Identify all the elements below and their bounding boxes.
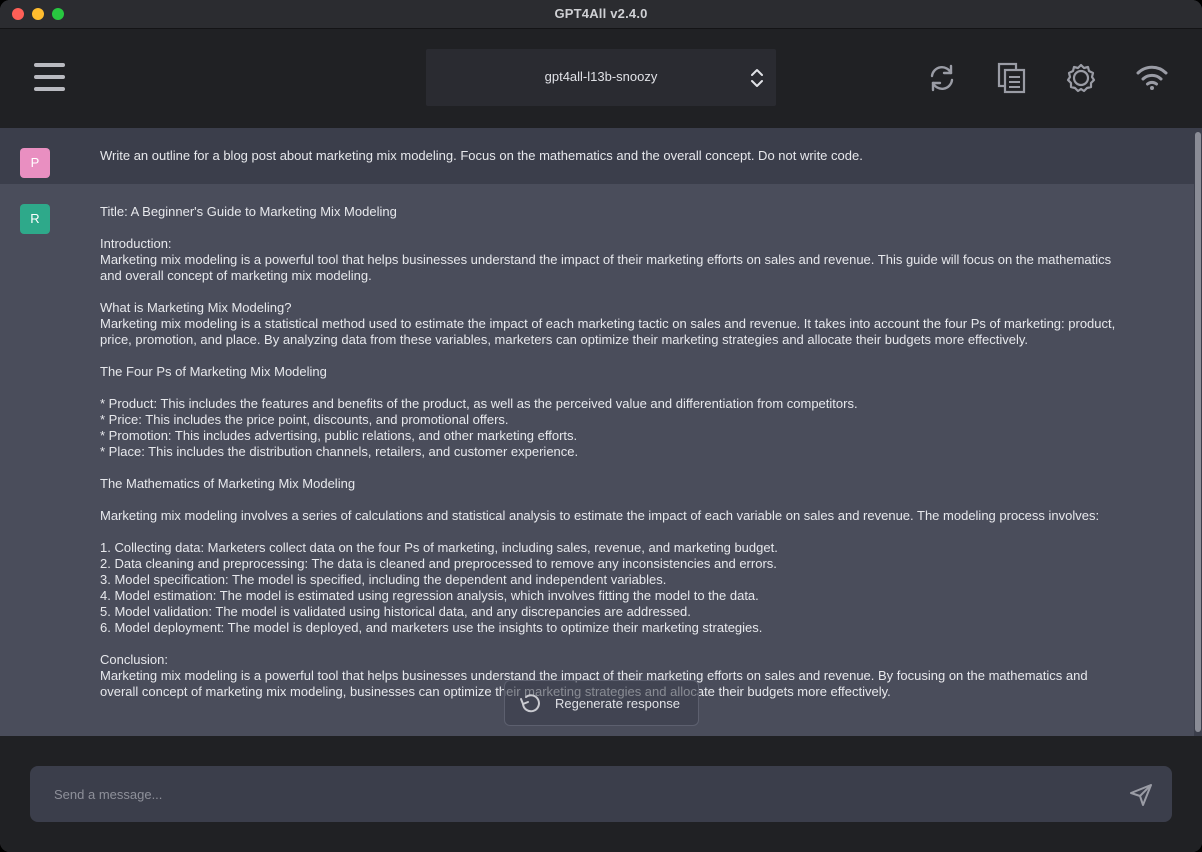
- message-input[interactable]: [30, 766, 1172, 822]
- prompt-avatar: P: [20, 148, 50, 178]
- model-select[interactable]: gpt4all-l13b-snoozy: [426, 49, 776, 106]
- window-title: GPT4All v2.4.0: [554, 6, 648, 21]
- scrollbar-thumb[interactable]: [1195, 132, 1201, 732]
- wifi-icon[interactable]: [1136, 62, 1168, 94]
- regenerate-response-button[interactable]: Regenerate response: [504, 680, 699, 726]
- hamburger-menu-icon[interactable]: [34, 62, 66, 94]
- gear-icon[interactable]: [1065, 62, 1097, 94]
- prompt-text: Write an outline for a blog post about m…: [100, 148, 863, 163]
- prompt-message: P Write an outline for a blog post about…: [0, 128, 1194, 184]
- title-bar[interactable]: GPT4All v2.4.0: [0, 0, 1202, 29]
- send-icon[interactable]: [1128, 782, 1154, 808]
- response-message: R Title: A Beginner's Guide to Marketing…: [0, 184, 1194, 736]
- chat-scrollbar[interactable]: [1194, 128, 1202, 736]
- regenerate-label: Regenerate response: [555, 696, 681, 711]
- regenerate-icon: [520, 694, 540, 713]
- app-window: GPT4All v2.4.0 gpt4all-l13b-snoozy P Wri…: [0, 0, 1202, 852]
- chat-area[interactable]: P Write an outline for a blog post about…: [0, 128, 1202, 736]
- app-header: gpt4all-l13b-snoozy: [0, 29, 1202, 128]
- message-footer: [0, 736, 1202, 852]
- response-avatar: R: [20, 204, 50, 234]
- copy-document-icon[interactable]: [996, 62, 1028, 94]
- model-name: gpt4all-l13b-snoozy: [544, 69, 658, 84]
- refresh-icon[interactable]: [926, 62, 958, 94]
- chevron-up-down-icon: [751, 69, 763, 87]
- response-text: Title: A Beginner's Guide to Marketing M…: [100, 204, 1116, 699]
